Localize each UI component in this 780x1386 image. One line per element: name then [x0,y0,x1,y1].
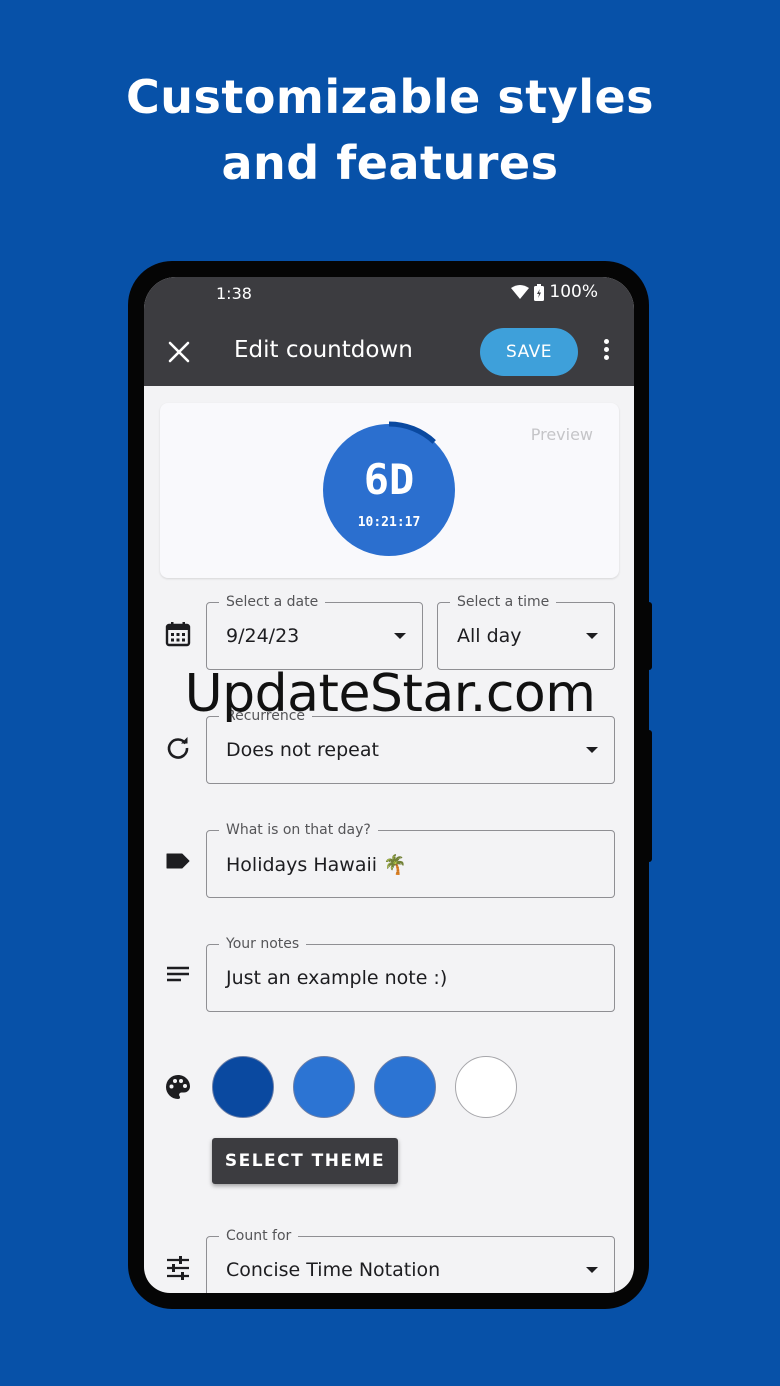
notes-field[interactable]: Your notes Just an example note :) [206,935,615,1012]
more-options-icon[interactable] [601,339,611,365]
date-select-label: Select a date [219,593,326,611]
date-select[interactable]: Select a date 9/24/23 [206,593,423,670]
palette-icon [166,1075,190,1099]
calendar-icon [165,622,191,647]
wifi-icon [511,285,530,299]
chevron-down-icon [586,1267,598,1273]
volume-up-button [646,602,652,670]
count-for-label: Count for [219,1227,299,1245]
theme-swatch[interactable] [374,1056,436,1118]
theme-swatch[interactable] [455,1056,517,1118]
phone-screen: 1:38 100% Edit countdown SAVE Preview 6D… [144,277,634,1293]
label-icon [166,853,190,869]
countdown-time: 10:21:17 [357,515,421,530]
preview-label: Preview [530,425,593,444]
notes-icon [167,966,189,982]
recurrence-value: Does not repeat [226,739,379,761]
power-button [646,730,652,862]
close-icon[interactable] [166,339,192,365]
app-bar: 1:38 100% Edit countdown SAVE [144,277,634,386]
theme-swatch[interactable] [212,1056,274,1118]
promo-headline-line2: and features [221,136,559,190]
time-select-value: All day [457,625,522,647]
tune-icon [167,1256,189,1280]
status-time: 1:38 [216,284,252,303]
select-theme-button[interactable]: SELECT THEME [212,1138,398,1184]
battery-percent: 100% [549,282,598,302]
countdown-days: 6D [363,455,415,504]
event-name-label: What is on that day? [219,821,378,839]
promo-headline-line1: Customizable styles [125,70,655,124]
watermark-text: UpdateStar.com [184,664,596,724]
save-button[interactable]: SAVE [480,328,578,376]
count-for-value: Concise Time Notation [226,1259,441,1281]
page-title: Edit countdown [234,337,413,363]
time-select[interactable]: Select a time All day [437,593,615,670]
notes-label: Your notes [219,935,307,953]
count-for-select[interactable]: Count for Concise Time Notation [206,1227,615,1293]
chevron-down-icon [586,747,598,753]
promo-headline: Customizable styles and features [0,64,780,196]
repeat-icon [167,737,189,759]
recurrence-select[interactable]: Recurrence Does not repeat [206,707,615,784]
event-name-value: Holidays Hawaii 🌴 [226,854,407,876]
chevron-down-icon [586,633,598,639]
battery-icon [534,283,545,301]
preview-card: Preview 6D 10:21:17 [160,403,619,578]
time-select-label: Select a time [450,593,557,611]
event-name-field[interactable]: What is on that day? Holidays Hawaii 🌴 [206,821,615,898]
date-select-value: 9/24/23 [226,625,300,647]
status-indicators: 100% [511,282,598,302]
chevron-down-icon [394,633,406,639]
notes-value: Just an example note :) [226,967,448,989]
theme-swatch[interactable] [293,1056,355,1118]
